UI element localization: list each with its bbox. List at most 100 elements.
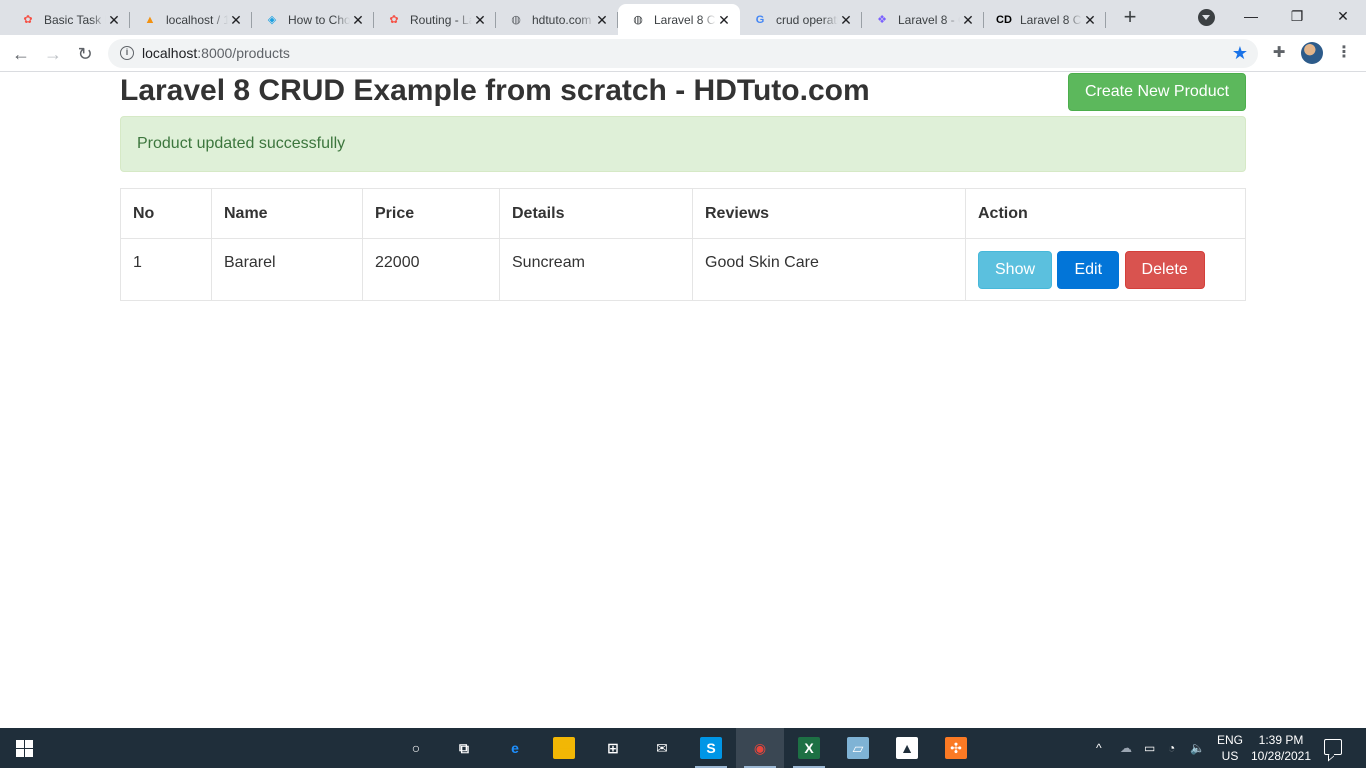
action-center-icon[interactable] — [1324, 739, 1342, 755]
column-header-reviews: Reviews — [692, 188, 966, 239]
edit-button[interactable]: Edit — [1057, 251, 1120, 289]
taskbar-app-button[interactable]: ○ — [392, 728, 440, 768]
cell-details: Suncream — [499, 238, 693, 301]
tab-close-icon[interactable]: ✕ — [350, 12, 366, 28]
profile-avatar[interactable] — [1301, 42, 1323, 64]
clock-date: 10/28/2021 — [1250, 749, 1312, 763]
tab-close-icon[interactable]: ✕ — [838, 12, 854, 28]
create-new-product-button[interactable]: Create New Product — [1068, 73, 1246, 111]
url-text[interactable]: localhost:8000/products — [142, 45, 290, 61]
google-icon: G — [755, 13, 765, 26]
cell-no: 1 — [120, 238, 212, 301]
new-tab-button[interactable]: + — [1118, 6, 1142, 30]
window-close-button[interactable]: ✕ — [1320, 0, 1366, 32]
table-header-row: No Name Price Details Reviews Action — [120, 188, 1246, 239]
page-title: Laravel 8 CRUD Example from scratch - HD… — [120, 74, 870, 107]
onedrive-icon[interactable]: ☁ — [1120, 728, 1140, 768]
browser-tab[interactable]: ✿ Basic Task List - Laravel✕ — [8, 4, 130, 35]
xampp-icon: ✣ — [945, 737, 967, 759]
taskbar-app-button[interactable]: ⧉ — [440, 728, 488, 768]
url-host: localhost — [142, 45, 198, 61]
tab-title: How to Choose — [288, 12, 350, 27]
taskbar-app-button[interactable]: ✉ — [638, 728, 686, 768]
taskbar-app-button[interactable]: e — [491, 728, 539, 768]
tab-title: crud operation — [776, 12, 838, 27]
minimize-button[interactable]: — — [1228, 0, 1274, 32]
success-alert: Product updated successfully — [120, 116, 1246, 172]
region-code: US — [1221, 749, 1239, 763]
tab-close-icon[interactable]: ✕ — [594, 12, 610, 28]
taskbar-app-button[interactable]: X — [785, 728, 833, 768]
browser-tab[interactable]: ▲ localhost / 127.0.0.1✕ — [130, 4, 252, 35]
taskbar-app-button[interactable]: S — [687, 728, 735, 768]
start-button[interactable] — [0, 728, 48, 768]
cell-name: Bararel — [211, 238, 363, 301]
browser-tab[interactable]: ◍ Laravel 8 CRUD✕ — [618, 4, 740, 35]
codepen-like-icon: ◈ — [267, 14, 277, 26]
browser-tab[interactable]: ◈ How to Choose✕ — [252, 4, 374, 35]
taskbar-app-button[interactable]: ✣ — [932, 728, 980, 768]
taskbar-app-button[interactable]: ▲ — [883, 728, 931, 768]
volume-icon[interactable]: 🔈 — [1190, 728, 1208, 768]
taskbar-app-button[interactable]: ▱ — [834, 728, 882, 768]
cd-icon: CD — [996, 13, 1012, 26]
tab-title: Laravel 8 CRUD — [1020, 12, 1082, 27]
photos-icon: ▲ — [896, 737, 918, 759]
page-content: Laravel 8 CRUD Example from scratch - HD… — [0, 73, 1366, 728]
taskbar-app-button[interactable]: ◉ — [736, 728, 784, 768]
globe-icon: ◍ — [511, 14, 521, 26]
mail-icon: ✉ — [656, 739, 668, 756]
browser-tab[interactable]: ❖ Laravel 8 - CRUD✕ — [862, 4, 984, 35]
browser-tab[interactable]: Gcrud operation✕ — [740, 4, 862, 35]
tab-close-icon[interactable]: ✕ — [716, 12, 732, 28]
column-header-details: Details — [499, 188, 693, 239]
tab-title: localhost / 127.0.0.1 — [166, 12, 228, 27]
cell-actions: Show Edit Delete — [965, 238, 1246, 301]
cell-price: 22000 — [362, 238, 500, 301]
skype-icon: S — [700, 737, 722, 759]
tab-close-icon[interactable]: ✕ — [228, 12, 244, 28]
chrome-icon: ◉ — [753, 739, 767, 756]
clock-time: 1:39 PM — [1258, 733, 1304, 747]
table-row: 1 Bararel 22000 Suncream Good Skin Care … — [120, 238, 1246, 301]
input-language-indicator[interactable]: ENG US — [1212, 732, 1248, 764]
browser-tab[interactable]: ◍ hdtuto.com ✕ — [496, 4, 618, 35]
taskbar-app-button[interactable]: ⊞ — [589, 728, 637, 768]
forward-button[interactable]: → — [40, 41, 66, 67]
restore-button[interactable]: ❐ — [1274, 0, 1320, 32]
browser-menu-icon[interactable]: ⋮ — [1336, 43, 1352, 63]
show-hidden-icons-button[interactable]: ^ — [1096, 728, 1114, 768]
tab-close-icon[interactable]: ✕ — [106, 12, 122, 28]
back-button[interactable]: ← — [8, 41, 34, 67]
globe-icon: ◍ — [633, 14, 643, 26]
address-bar[interactable]: i localhost:8000/products ★ — [108, 39, 1258, 68]
tab-close-icon[interactable]: ✕ — [1082, 12, 1098, 28]
system-clock[interactable]: 1:39 PM 10/28/2021 — [1248, 732, 1314, 764]
store-icon: ⊞ — [607, 739, 619, 756]
task-view-icon: ⧉ — [459, 739, 469, 756]
extensions-icon[interactable]: ✚ — [1270, 43, 1288, 61]
url-path: :8000/products — [197, 45, 290, 61]
tab-close-icon[interactable]: ✕ — [472, 12, 488, 28]
cell-reviews: Good Skin Care — [692, 238, 966, 301]
site-info-icon[interactable]: i — [120, 46, 134, 60]
tab-search-icon[interactable] — [1198, 9, 1215, 26]
laravel-icon: ✿ — [389, 14, 399, 26]
tab-close-icon[interactable]: ✕ — [960, 12, 976, 28]
chevron-up-icon: ^ — [1096, 741, 1102, 755]
windows-logo-icon — [16, 740, 33, 757]
battery-icon[interactable]: ▭ — [1144, 728, 1162, 768]
wifi-icon[interactable]: ◔ — [1168, 728, 1186, 768]
browser-tab[interactable]: ✿ Routing - Laravel✕ — [374, 4, 496, 35]
delete-button[interactable]: Delete — [1124, 251, 1205, 289]
taskbar-app-button[interactable]: ▬ — [540, 728, 588, 768]
reload-button[interactable]: ↻ — [72, 41, 98, 67]
show-button[interactable]: Show — [978, 251, 1053, 289]
tab-title: Laravel 8 CRUD — [654, 12, 716, 27]
column-header-action: Action — [965, 188, 1246, 239]
windows-taskbar: ○ ⧉ e ▬ ⊞ ✉ S ◉ X ▱ ▲ ✣ ^ ☁ ▭ ◔ 🔈 ENG US 1:39 PM 10… — [0, 728, 1366, 768]
browser-tab[interactable]: CD Laravel 8 CRUD✕ — [984, 4, 1106, 35]
tab-list: ✿Basic Task List - Laravel✕▲localhost / … — [8, 4, 1106, 35]
bookmark-star-icon[interactable]: ★ — [1232, 43, 1248, 64]
excel-icon: X — [798, 737, 820, 759]
